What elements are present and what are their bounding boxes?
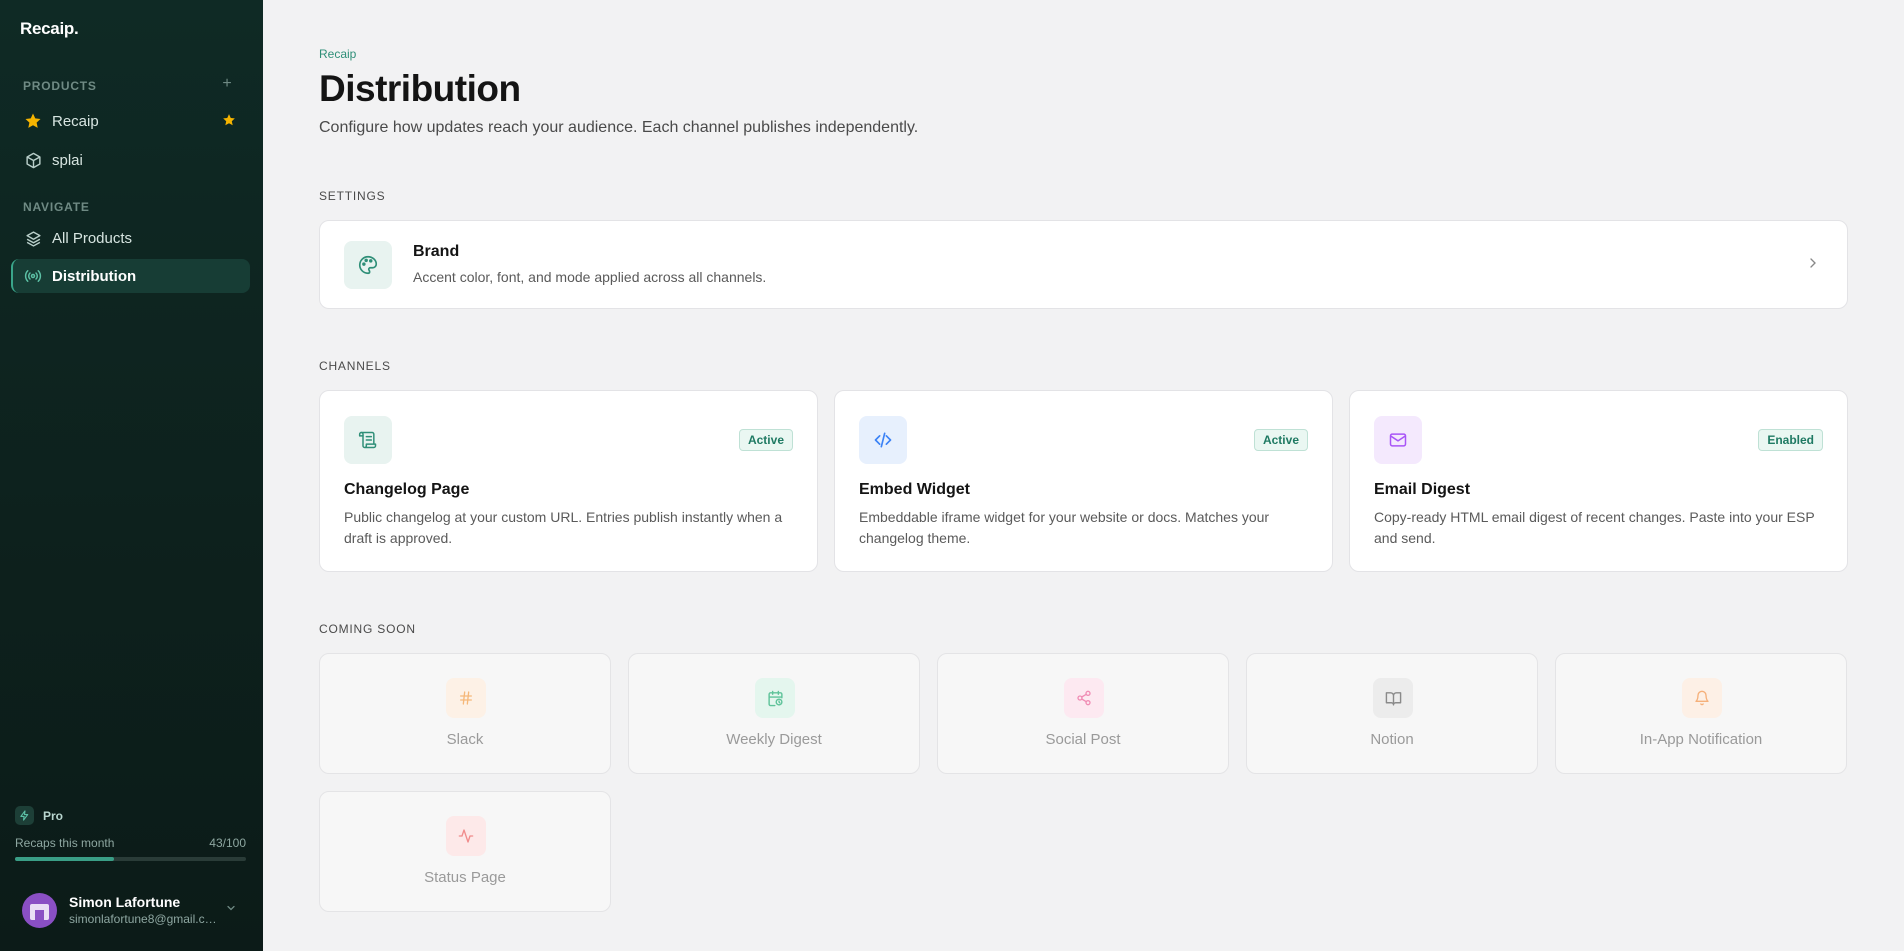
code-icon: [859, 416, 907, 464]
coming-soon-card-slack: Slack: [319, 653, 611, 774]
coming-soon-label: Social Post: [1045, 731, 1121, 748]
brand-description: Accent color, font, and mode applied acr…: [413, 269, 767, 285]
brand-settings-card[interactable]: Brand Accent color, font, and mode appli…: [319, 220, 1848, 309]
hash-icon: [446, 678, 486, 718]
star-icon: [23, 111, 43, 131]
channels-section-label: CHANNELS: [319, 359, 391, 373]
brand-title: Brand: [413, 243, 460, 260]
calendar-clock-icon: [755, 678, 795, 718]
usage-label: Recaps this month: [15, 836, 115, 850]
page-title: Distribution: [319, 68, 521, 109]
channel-description: Public changelog at your custom URL. Ent…: [344, 509, 783, 546]
coming-soon-section-label: COMING SOON: [319, 622, 416, 636]
plan-badge: Pro: [15, 806, 63, 825]
broadcast-icon: [23, 266, 43, 286]
activity-icon: [446, 816, 486, 856]
share-icon: [1064, 678, 1104, 718]
coming-soon-card-social-post: Social Post: [937, 653, 1229, 774]
add-product-button[interactable]: +: [218, 75, 236, 93]
status-badge: Enabled: [1758, 429, 1823, 451]
coming-soon-card-weekly-digest: Weekly Digest: [628, 653, 920, 774]
navigate-section-label: NAVIGATE: [23, 200, 90, 214]
channel-title: Email Digest: [1374, 481, 1471, 498]
favorite-star-icon[interactable]: [222, 113, 236, 131]
sidebar: Recaip. PRODUCTS + Recaip splai NAVIGATE…: [0, 0, 263, 951]
coming-soon-label: Status Page: [424, 869, 506, 886]
sidebar-item-label: splai: [52, 151, 83, 169]
app-logo[interactable]: Recaip.: [20, 19, 79, 39]
coming-soon-card-notion: Notion: [1246, 653, 1538, 774]
scroll-icon: [344, 416, 392, 464]
sidebar-item-label: Recaip: [52, 112, 99, 130]
usage-count: 43/100: [209, 836, 246, 850]
coming-soon-label: Notion: [1370, 731, 1414, 748]
mail-icon: [1374, 416, 1422, 464]
chevron-right-icon: [1805, 255, 1821, 276]
channel-card-embed-widget[interactable]: Active Embed Widget Embeddable iframe wi…: [834, 390, 1333, 572]
avatar: [22, 892, 57, 928]
products-section-label: PRODUCTS: [23, 79, 97, 93]
channel-title: Changelog Page: [344, 481, 470, 498]
zap-icon: [15, 806, 34, 825]
palette-icon: [344, 241, 392, 289]
chevron-down-icon: [225, 901, 237, 919]
book-open-icon: [1373, 678, 1413, 718]
plan-label: Pro: [43, 808, 64, 823]
status-badge: Active: [738, 429, 793, 451]
channel-card-email-digest[interactable]: Enabled Email Digest Copy-ready HTML ema…: [1349, 390, 1848, 572]
coming-soon-label: Slack: [446, 731, 484, 748]
usage-progress-bar: [15, 857, 246, 861]
coming-soon-label: In-App Notification: [1639, 731, 1763, 748]
box-icon: [23, 150, 43, 170]
bell-icon: [1682, 678, 1722, 718]
sidebar-item-recaip[interactable]: Recaip: [11, 104, 250, 138]
user-name: Simon Lafortune: [69, 894, 181, 910]
sidebar-item-distribution[interactable]: Distribution: [11, 259, 250, 293]
coming-soon-card-in-app-notification: In-App Notification: [1555, 653, 1847, 774]
status-badge: Active: [1253, 429, 1308, 451]
usage-progress-fill: [15, 857, 115, 861]
settings-section-label: SETTINGS: [319, 189, 386, 203]
sidebar-item-splai[interactable]: splai: [11, 143, 250, 177]
coming-soon-label: Weekly Digest: [726, 731, 822, 748]
channel-description: Copy-ready HTML email digest of recent c…: [1374, 509, 1815, 546]
channel-description: Embeddable iframe widget for your websit…: [859, 509, 1270, 546]
sidebar-item-label: All Products: [52, 229, 133, 247]
channel-card-changelog-page[interactable]: Active Changelog Page Public changelog a…: [319, 390, 818, 572]
page-subtitle: Configure how updates reach your audienc…: [319, 119, 919, 136]
coming-soon-card-status-page: Status Page: [319, 791, 611, 912]
user-email: simonlafortune8@gmail.com: [69, 912, 219, 926]
breadcrumb[interactable]: Recaip: [319, 47, 356, 61]
channel-title: Embed Widget: [859, 481, 970, 498]
sidebar-item-all-products[interactable]: All Products: [11, 221, 250, 255]
sidebar-item-label: Distribution: [52, 267, 137, 285]
layers-icon: [23, 228, 43, 248]
user-menu[interactable]: Simon Lafortune simonlafortune8@gmail.co…: [22, 891, 248, 929]
